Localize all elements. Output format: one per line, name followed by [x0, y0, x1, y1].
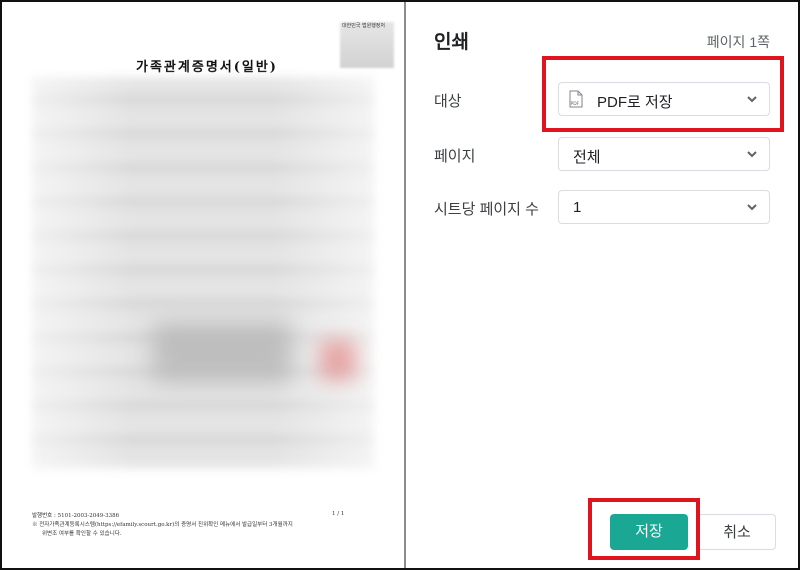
print-settings-pane: 인쇄 페이지 1쪽 대상 PDF PDF로 저장 페이지 전체 시트당 페이지 …	[406, 2, 798, 568]
chevron-down-icon	[747, 151, 757, 158]
document-title: 가족관계증명서(일반)	[136, 60, 278, 75]
pages-per-sheet-label: 시트당 페이지 수	[434, 201, 539, 218]
pages-per-sheet-value: 1	[573, 199, 582, 216]
destination-highlight-box	[542, 56, 784, 132]
save-highlight-box	[588, 498, 700, 560]
blurred-document-content	[152, 322, 292, 382]
footer-notice: 위변조 여부를 확인할 수 있습니다.	[42, 531, 122, 537]
pages-per-sheet-select[interactable]: 1	[558, 190, 770, 224]
pages-label: 페이지	[434, 148, 476, 165]
issue-number: 발행번호 : 5101-2003-2049-3386	[32, 513, 120, 519]
pages-select[interactable]: 전체	[558, 137, 770, 171]
chevron-down-icon	[747, 204, 757, 211]
cancel-button[interactable]: 취소	[698, 514, 776, 550]
blurred-document-content	[32, 78, 374, 468]
page-indicator: 1 / 1	[332, 511, 345, 517]
print-preview-pane[interactable]: 대한민국 법원행정처 가족관계증명서(일반) 발행번호 : 5101-2003-…	[2, 2, 404, 568]
blurred-stamp	[320, 340, 356, 380]
seal-text: 대한민국 법원행정처	[342, 23, 385, 29]
destination-label: 대상	[434, 93, 462, 110]
pages-value: 전체	[573, 149, 601, 166]
footer-notice: ※ 전자가족관계등록시스템(https://efamily.scourt.go.…	[32, 522, 293, 528]
page-count: 페이지 1쪽	[706, 34, 770, 50]
dialog-title: 인쇄	[434, 32, 469, 53]
